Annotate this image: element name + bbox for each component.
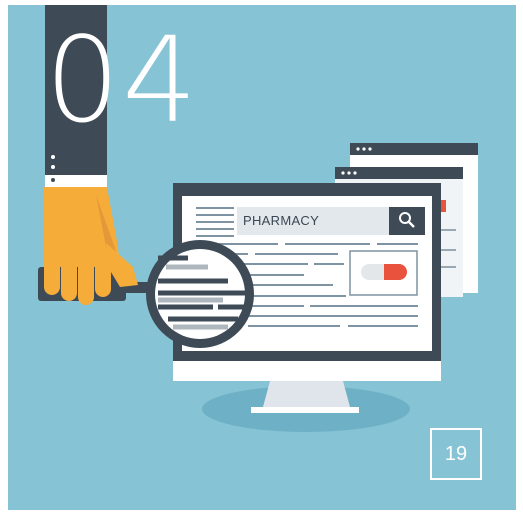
illustration-frame: 04 PHARMACY 19 [8,5,516,510]
pill-icon [361,264,407,280]
magnifier-icon [118,240,254,348]
page-number-badge: 19 [430,428,482,480]
section-number: 04 [45,11,200,149]
search-button [389,207,425,235]
search-input-text: PHARMACY [243,213,320,228]
